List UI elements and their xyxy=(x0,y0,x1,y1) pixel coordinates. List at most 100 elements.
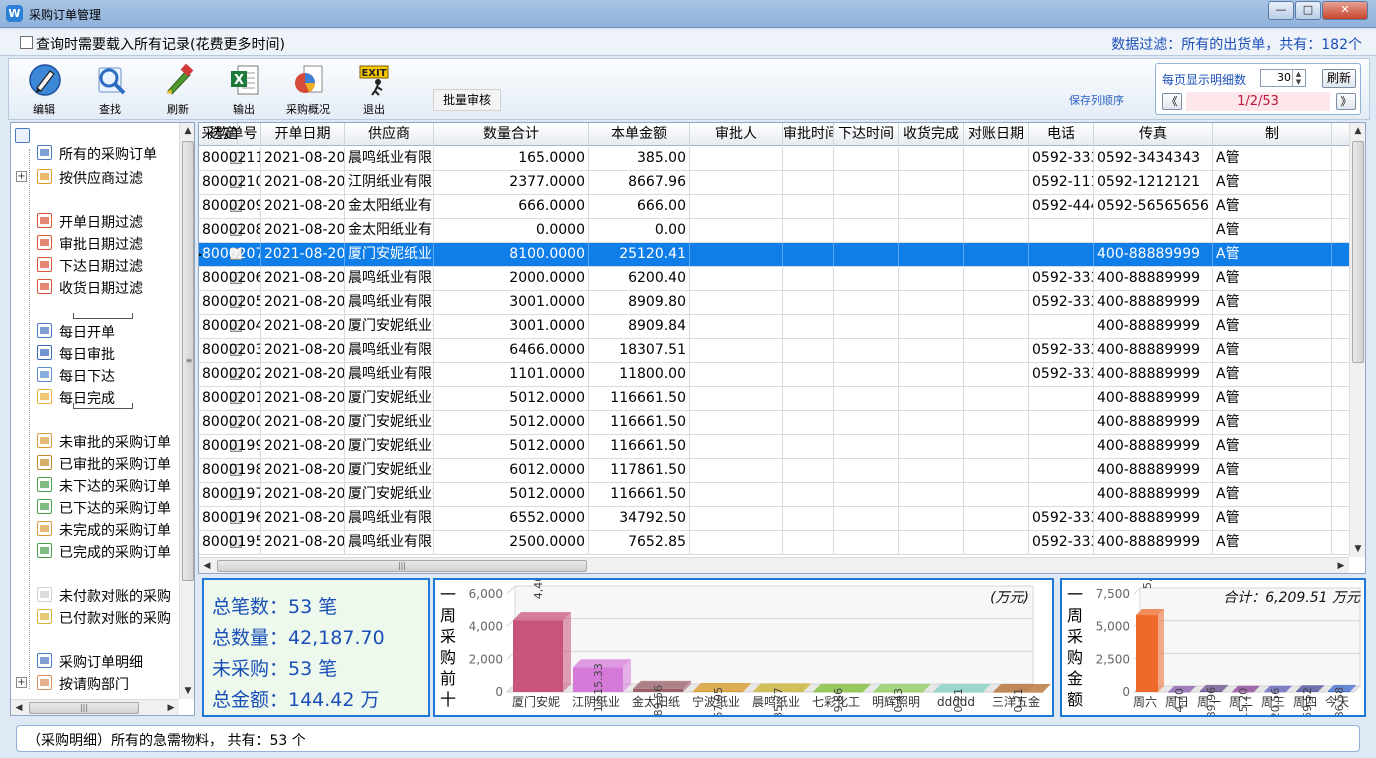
col-header-open-date[interactable]: 开单日期 xyxy=(261,123,345,146)
tree-horizontal-scrollbar[interactable]: ◀ ||| ▶ xyxy=(11,699,179,715)
col-header-supplier[interactable]: 供应商 xyxy=(345,123,434,146)
next-page-button[interactable]: 》 xyxy=(1336,93,1356,110)
col-header-fax[interactable]: 传真 xyxy=(1094,123,1213,146)
table-row[interactable]: 80001992021-08-20厦门安妮纸业有限公司5012.00001166… xyxy=(199,435,1349,459)
cell-qty-total: 666.0000 xyxy=(434,195,589,218)
table-row[interactable]: 80001962021-08-20晨鸣纸业有限公司6552.000034792.… xyxy=(199,507,1349,531)
tree-scroll-up-arrow[interactable]: ▲ xyxy=(180,123,194,139)
load-all-label[interactable]: 查询时需要载入所有记录(花费更多时间) xyxy=(36,34,285,54)
exit-button[interactable]: EXIT 退出 xyxy=(343,61,405,117)
table-row[interactable]: 80002052021-08-20晨鸣纸业有限公司3001.00008909.8… xyxy=(199,291,1349,315)
table-row[interactable]: 80001952021-08-20晨鸣纸业有限公司2500.00007652.8… xyxy=(199,531,1349,555)
cell-supplier: 晨鸣纸业有限公司 xyxy=(345,267,434,290)
tree-scroll-thumb[interactable]: ≡ xyxy=(182,141,194,581)
cell-amount: 34792.50 xyxy=(589,507,690,530)
tree-vertical-scrollbar[interactable]: ▲ ≡ ▼ xyxy=(179,123,194,699)
cell-supplier: 金太阳纸业有限公司 xyxy=(345,219,434,242)
refresh-button[interactable]: 刷新 xyxy=(147,61,209,117)
cell-open-date: 2021-08-20 xyxy=(261,243,345,266)
export-button[interactable]: X 输出 xyxy=(213,61,275,117)
table-row[interactable]: 80002112021-08-20晨鸣纸业有限公司165.0000385.00 0… xyxy=(199,147,1349,171)
tree-scroll-down-arrow[interactable]: ▼ xyxy=(180,683,194,699)
cell-order-no: 8000203 xyxy=(199,339,261,362)
maximize-button[interactable]: □ xyxy=(1295,1,1321,20)
table-row[interactable]: 80002082021-08-20金太阳纸业有限公司0.00000.00 A管 xyxy=(199,219,1349,243)
col-header-phone[interactable]: 电话 xyxy=(1029,123,1094,146)
table-row[interactable]: 80002012021-08-20厦门安妮纸业有限公司5012.00001166… xyxy=(199,387,1349,411)
cell-open-date: 2021-08-20 xyxy=(261,219,345,242)
col-header-approver[interactable]: 审批人 xyxy=(690,123,783,146)
cell-order-no: 8000200 xyxy=(199,411,261,434)
col-header-receive-done[interactable]: 收货完成 xyxy=(899,123,964,146)
search-button[interactable]: 查找 xyxy=(79,61,141,117)
tree-scroll-right-arrow[interactable]: ▶ xyxy=(163,700,179,715)
close-button[interactable]: ✕ xyxy=(1322,1,1368,20)
table-row[interactable]: 80002092021-08-20金太阳纸业有限公司`666.0000666.0… xyxy=(199,195,1349,219)
excel-export-icon: X xyxy=(231,65,259,95)
table-row[interactable]: 80002062021-08-20晨鸣纸业有限公司2000.00006200.4… xyxy=(199,267,1349,291)
cell-fax: 400-88889999 xyxy=(1094,459,1213,482)
cell-issue-time xyxy=(834,387,899,410)
title-bar[interactable]: W 采购订单管理 — □ ✕ xyxy=(0,0,1376,28)
exit-icon: EXIT xyxy=(359,65,389,96)
cell-approver xyxy=(690,435,783,458)
cell-amount: 116661.50 xyxy=(589,411,690,434)
table-vertical-scrollbar[interactable]: ▲ ▼ xyxy=(1349,123,1365,557)
col-header-qty-total[interactable]: 数量合计 xyxy=(434,123,589,146)
calendar-icon xyxy=(37,235,52,250)
overview-button[interactable]: 采购概况 xyxy=(277,61,339,117)
table-row[interactable]: ▶80002072021-08-20厦门安妮纸业有限公司8100.0000251… xyxy=(199,243,1349,267)
col-header-order-no[interactable]: 采购单号 xyxy=(199,123,261,146)
table-scroll-thumb[interactable] xyxy=(1352,141,1364,363)
table-row[interactable]: 80002032021-08-20晨鸣纸业有限公司6466.000018307.… xyxy=(199,339,1349,363)
table-scroll-down-arrow[interactable]: ▼ xyxy=(1350,541,1365,557)
table-row[interactable]: 80002002021-08-20厦门安妮纸业有限公司5012.00001166… xyxy=(199,411,1349,435)
cell-open-date: 2021-08-20 xyxy=(261,387,345,410)
table-horizontal-scrollbar[interactable]: ◀ ||| ▶ xyxy=(199,557,1349,573)
cell-supplier: 厦门安妮纸业有限公司 xyxy=(345,483,434,506)
edit-button[interactable]: 编辑 xyxy=(13,61,75,117)
cell-reconcile-date xyxy=(964,171,1029,194)
batch-audit-button[interactable]: 批量审核 xyxy=(433,89,501,111)
table-row[interactable]: 80002022021-08-20晨鸣纸业有限公司1101.000011800.… xyxy=(199,363,1349,387)
search-magnifier-icon xyxy=(98,67,126,95)
cell-approver xyxy=(690,291,783,314)
table-scroll-up-arrow[interactable]: ▲ xyxy=(1350,123,1365,139)
table-scroll-right-arrow[interactable]: ▶ xyxy=(1333,558,1349,573)
table-row[interactable]: 80002042021-08-20厦门安妮纸业有限公司3001.00008909… xyxy=(199,315,1349,339)
tree-hscroll-thumb[interactable]: ||| xyxy=(29,702,139,714)
cell-phone xyxy=(1029,459,1094,482)
cell-reconcile-date xyxy=(964,507,1029,530)
prev-page-button[interactable]: 《 xyxy=(1162,93,1182,110)
cell-amount: 116661.50 xyxy=(589,387,690,410)
x-category-label: 金太阳纸 xyxy=(632,694,680,709)
tree-expand-icon[interactable]: + xyxy=(16,677,27,688)
bar-data-label: 5,890.62 xyxy=(1141,580,1154,589)
col-header-approve-time[interactable]: 审批时间 xyxy=(783,123,834,146)
load-all-checkbox[interactable] xyxy=(20,36,33,49)
cell-issue-time xyxy=(834,411,899,434)
cell-qty-total: 8100.0000 xyxy=(434,243,589,266)
tree-root-icon xyxy=(15,128,30,143)
save-column-order-link[interactable]: 保存列顺序 xyxy=(1069,92,1124,108)
col-header-reconcile-date[interactable]: 对账日期 xyxy=(964,123,1029,146)
tree-scroll-left-arrow[interactable]: ◀ xyxy=(11,700,27,715)
total-count: 总笔数：53 笔 xyxy=(212,596,338,618)
table-row[interactable]: 80001982021-08-20厦门安妮纸业有限公司6012.00001178… xyxy=(199,459,1349,483)
table-row[interactable]: 80001972021-08-20厦门安妮纸业有限公司5012.00001166… xyxy=(199,483,1349,507)
col-header-issue-time[interactable]: 下达时间 xyxy=(834,123,899,146)
cell-fax: 400-88889999 xyxy=(1094,531,1213,554)
cell-maker: A管 xyxy=(1213,531,1332,554)
table-scroll-left-arrow[interactable]: ◀ xyxy=(199,558,215,573)
minimize-button[interactable]: — xyxy=(1268,1,1294,20)
col-header-maker[interactable]: 制 xyxy=(1213,123,1332,146)
table-row[interactable]: 80002102021-08-20江阴纸业有限公司2377.00008667.9… xyxy=(199,171,1349,195)
tree-expand-icon[interactable]: + xyxy=(16,171,27,182)
cell-approver xyxy=(690,243,783,266)
col-header-amount[interactable]: 本单金额 xyxy=(589,123,690,146)
cell-approve-time xyxy=(783,387,834,410)
page-size-spinner[interactable]: ▲ ▼ xyxy=(1292,70,1304,86)
pager-refresh-button[interactable]: 刷新 xyxy=(1322,69,1356,88)
table-hscroll-thumb[interactable]: ||| xyxy=(217,560,587,572)
cell-receive-done xyxy=(899,171,964,194)
